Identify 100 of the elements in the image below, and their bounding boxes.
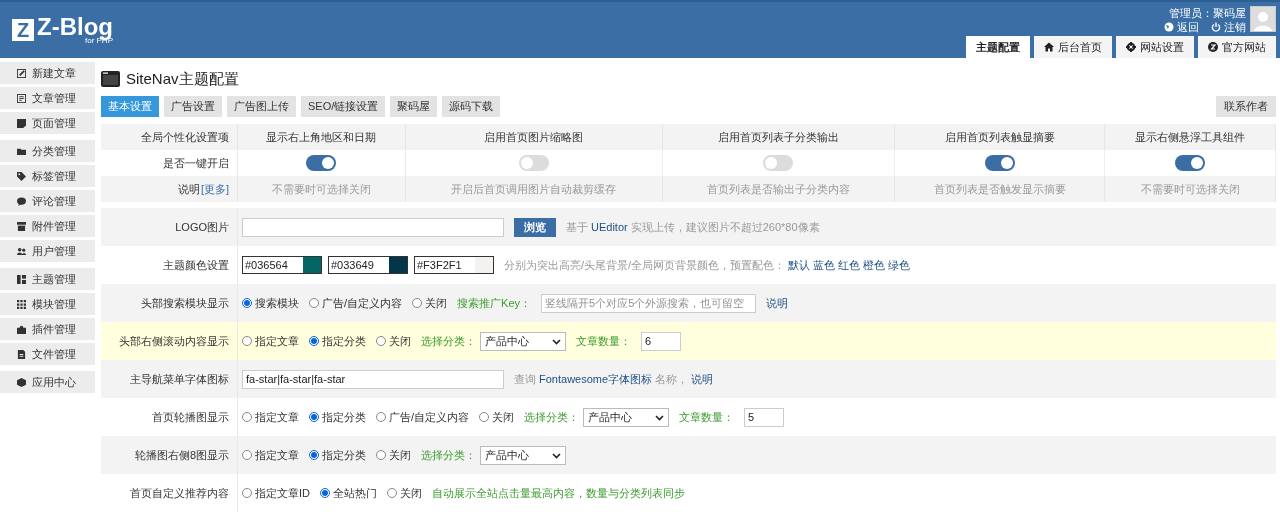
radio-option[interactable]: 广告/自定义内容 [309,294,403,312]
home-icon [1044,42,1054,52]
sidebar-item[interactable]: 应用中心 [0,371,95,393]
text-field[interactable]: 5 [744,407,785,427]
archive-icon [17,221,26,231]
text-link[interactable]: 默认 [788,256,811,274]
z-logo-icon [1208,42,1218,52]
sidebar-item[interactable]: 文件管理 [0,343,95,365]
radio-option[interactable]: 全站热门 [320,484,377,502]
sidebar-item[interactable]: 附件管理 [0,215,95,237]
text-link[interactable]: Fontawesome字体图标 [539,370,653,388]
config-tab[interactable]: SEO/链接设置 [301,95,386,117]
hint-text: 实现上传，建议图片不超过260*80像素 [630,219,820,235]
text-field[interactable]: fa-star|fa-star|fa-star [242,369,504,389]
settings-icon [1126,42,1136,52]
radio-option[interactable]: 指定文章ID [242,484,310,502]
sidebar-item[interactable]: 文章管理 [0,87,95,109]
color-field[interactable]: #036564 [242,256,322,274]
toggle-switch[interactable] [518,155,549,171]
text-link[interactable]: 橙色 [863,256,886,274]
description-text: 首页列表是否触发显示摘要 [933,181,1066,197]
radio-option[interactable]: 关闭 [412,294,448,312]
hint-text: 查询 [514,371,536,387]
sidebar-item[interactable]: 模块管理 [0,293,95,315]
toggle-switch[interactable] [763,155,794,171]
hint-text: 基于 [566,219,588,235]
text-link[interactable]: 说明 [691,370,714,388]
document-icon [17,93,26,103]
field-label: 选择分类： [524,409,580,425]
radio-option[interactable]: 关闭 [387,484,422,502]
radio-option[interactable]: 关闭 [376,332,411,350]
text-link[interactable]: 蓝色 [813,256,836,274]
sidebar-item[interactable]: 用户管理 [0,240,95,262]
header-link[interactable]: 返回 [1177,20,1199,34]
tag-icon [17,171,26,181]
text-link[interactable]: 说明 [766,294,789,312]
hint-text: 分别为突出高亮/头尾背景/全局网页背景颜色，预置配色： [504,257,786,273]
field-label: 自动展示全站点击量最高内容，数量与分类列表同步 [432,485,685,501]
config-tab[interactable]: 广告图上传 [227,95,296,117]
hint-text: 名称， [655,371,689,387]
header-tab[interactable]: 官方网站 [1198,36,1276,58]
radio-option[interactable]: 指定分类 [309,332,366,350]
toggle-switch[interactable] [306,155,337,171]
header-tab[interactable]: 网站设置 [1116,36,1194,58]
contact-author-button[interactable]: 联系作者 [1216,95,1276,117]
radio-option[interactable]: 关闭 [376,446,411,464]
config-tab[interactable]: 广告设置 [164,95,222,117]
chevron-down-icon [552,451,561,459]
sidebar-item[interactable]: 评论管理 [0,190,95,212]
color-field[interactable]: #F3F2F1 [414,256,494,274]
category-select[interactable]: 产品中心 [583,407,670,427]
text-link[interactable]: 绿色 [888,256,911,274]
sidebar-item[interactable]: 标签管理 [0,165,95,187]
config-tab[interactable]: 源码下载 [442,95,501,117]
column-header: 启用首页图片缩略图 [484,129,584,145]
radio-option[interactable]: 搜索模块 [242,294,299,312]
text-field[interactable] [242,217,504,237]
setting-label: 首页轮播图显示 [152,409,229,425]
text-link[interactable]: 红色 [838,256,861,274]
layout-icon [17,274,26,284]
page-title: SiteNav主题配置 [126,68,239,89]
header-tab[interactable]: 主题配置 [966,36,1030,58]
radio-option[interactable]: 指定文章 [242,332,299,350]
sidebar-item[interactable]: 主题管理 [0,268,95,290]
toggle-switch[interactable] [1175,155,1206,171]
more-link[interactable]: [更多] [200,180,229,198]
description-text: 不需要时可选择关闭 [1140,181,1240,197]
field-label: 文章数量： [576,333,631,349]
sidebar-item[interactable]: 分类管理 [0,140,95,162]
sidebar-item[interactable]: 页面管理 [0,112,95,134]
browse-button[interactable]: 浏览 [514,217,556,237]
config-tab[interactable]: 聚码屋 [390,95,438,117]
admin-name: 管理员：聚码屋 [1169,6,1246,20]
description-text: 首页列表是否输出子分类内容 [706,181,850,197]
category-select[interactable]: 产品中心 [480,445,566,465]
window-icon [101,71,120,87]
column-header: 显示右上角地区和日期 [266,129,377,145]
sidebar-item[interactable]: 新建文章 [0,62,95,84]
text-link[interactable]: UEditor [591,218,628,236]
toggle-switch[interactable] [984,155,1015,171]
column-header: 显示右侧悬浮工具组件 [1135,129,1246,145]
setting-label: 头部搜索模块显示 [141,295,229,311]
avatar-icon [1250,6,1276,32]
setting-label: 主题颜色设置 [163,257,229,273]
radio-option[interactable]: 指定文章 [242,446,299,464]
sidebar-item[interactable]: 插件管理 [0,318,95,340]
radio-option[interactable]: 指定分类 [309,408,366,426]
text-field[interactable]: 竖线隔开5个对应5个外源搜索，也可留空 [541,293,757,313]
radio-option[interactable]: 关闭 [479,408,515,426]
color-field[interactable]: #033649 [328,256,408,274]
comment-icon [17,196,26,206]
description-text: 开启后首页调用图片自动裁剪缓存 [451,181,617,197]
radio-option[interactable]: 广告/自定义内容 [376,408,470,426]
header-tab[interactable]: 后台首页 [1034,36,1112,58]
radio-option[interactable]: 指定文章 [242,408,299,426]
header-link[interactable]: 注销 [1224,20,1246,34]
setting-label: 主导航菜单字体图标 [130,371,229,387]
category-select[interactable]: 产品中心 [480,331,566,351]
radio-option[interactable]: 指定分类 [309,446,366,464]
text-field[interactable]: 6 [641,331,681,351]
